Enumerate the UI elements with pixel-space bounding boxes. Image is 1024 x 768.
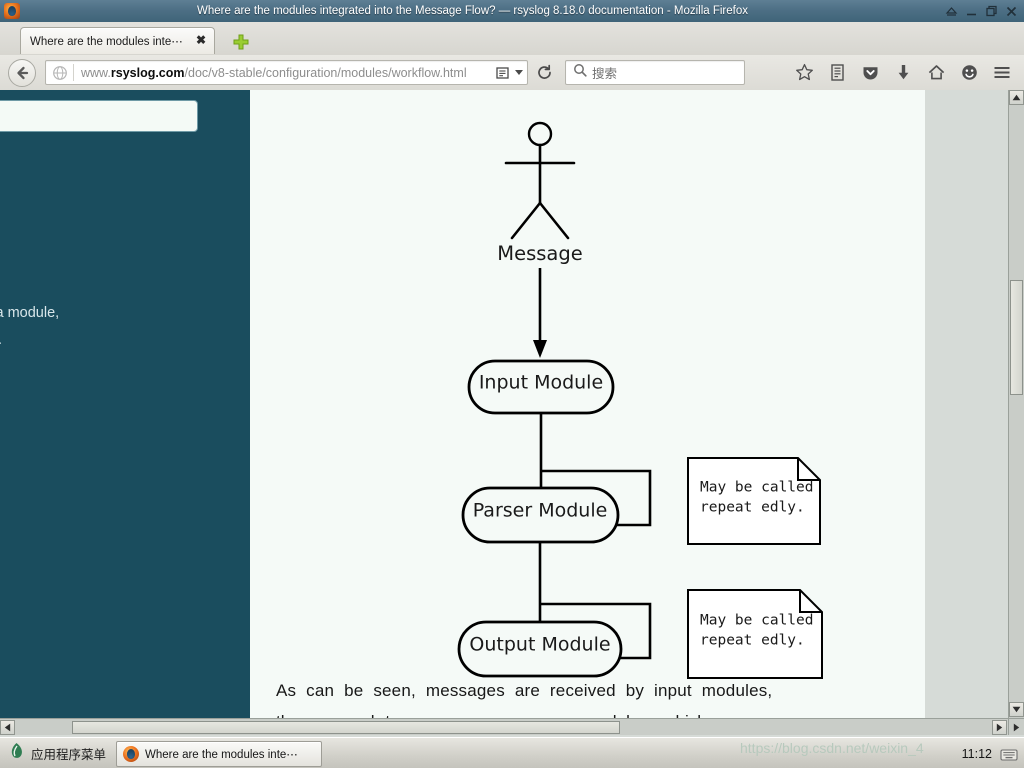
scroll-left-button[interactable] <box>0 720 15 735</box>
sidebar-search-input[interactable] <box>0 100 198 132</box>
page-content: Message Input Module Parser Module May b… <box>250 90 925 718</box>
window-controls <box>945 5 1024 18</box>
reader-mode-icon[interactable] <box>496 66 523 80</box>
navigation-toolbar: www.rsyslog.com/doc/v8-stable/configurat… <box>0 55 1024 91</box>
note-parser-line-1: May be called <box>700 480 814 496</box>
page-viewport: earch terms or a module, r function name… <box>0 90 1008 718</box>
close-icon[interactable] <box>1005 5 1018 18</box>
sidebar-hint-text: earch terms or a module, r function name… <box>0 300 238 354</box>
taskbar-window-label: Where are the modules inte⋯ <box>145 748 298 761</box>
node-output-label: Output Module <box>469 634 610 656</box>
body-line-1: As can be seen, messages are received by… <box>276 681 773 700</box>
actor-stick-figure <box>504 121 576 240</box>
sidebar-hint-line-1: earch terms or a module, <box>0 305 60 321</box>
new-tab-button[interactable] <box>232 33 250 51</box>
arrow-actor-to-input <box>533 268 547 358</box>
maximize-icon[interactable] <box>985 5 998 18</box>
browser-tab[interactable]: Where are the modules inte⋯ ✖ <box>20 27 215 54</box>
globe-icon <box>52 65 68 81</box>
tab-title: Where are the modules inte⋯ <box>30 36 183 48</box>
horizontal-scrollbar[interactable] <box>0 718 1008 735</box>
scrollbar-corner <box>1008 718 1024 735</box>
taskbar-window-button[interactable]: Where are the modules inte⋯ <box>116 740 323 767</box>
url-prefix: www. <box>81 65 111 80</box>
node-input-label: Input Module <box>479 372 603 394</box>
window-title: Where are the modules integrated into th… <box>197 5 748 17</box>
pocket-icon[interactable] <box>859 62 881 84</box>
bookmark-star-icon[interactable] <box>793 62 815 84</box>
minimize-icon[interactable] <box>965 5 978 18</box>
sidebar-hint-line-2: r function name. <box>0 327 238 354</box>
leaf-icon <box>9 742 24 765</box>
app-menu-label: 应用程序菜单 <box>31 748 107 762</box>
keyboard-icon[interactable] <box>1000 746 1018 762</box>
note-output-repeatedly: May be called repeat edly. <box>687 589 823 679</box>
firefox-icon <box>123 745 140 762</box>
node-input-module: Input Module <box>467 359 615 415</box>
tab-close-icon[interactable]: ✖ <box>192 34 208 48</box>
tab-bar: Where are the modules inte⋯ ✖ <box>0 22 1024 56</box>
chevron-down-icon <box>515 70 523 75</box>
site-sidebar: earch terms or a module, r function name… <box>0 90 250 718</box>
url-path: /doc/v8-stable/configuration/modules/wor… <box>184 65 467 80</box>
node-output-module: Output Module <box>457 620 623 678</box>
vertical-scroll-thumb[interactable] <box>1010 280 1023 395</box>
note-parser-repeatedly: May be called repeat edly. <box>687 457 821 545</box>
node-parser-label: Parser Module <box>473 500 608 522</box>
reload-icon[interactable] <box>532 61 556 85</box>
node-parser-module: Parser Module <box>461 486 620 544</box>
message-flow-diagram: Message Input Module Parser Module May b… <box>457 121 823 679</box>
page-background-right <box>925 90 1008 718</box>
library-icon[interactable] <box>826 62 848 84</box>
body-paragraph: As can be seen, messages are received by… <box>276 675 936 718</box>
url-host: rsyslog.com <box>110 65 185 80</box>
note-parser-line-2: repeat edly. <box>700 500 805 516</box>
desktop-taskbar: 应用程序菜单 Where are the modules inte⋯ 11:12 <box>0 737 1024 768</box>
app-menu-button[interactable]: 应用程序菜单 <box>9 742 106 765</box>
feedback-smiley-icon[interactable] <box>958 62 980 84</box>
scroll-right-button[interactable] <box>992 720 1007 735</box>
search-input[interactable]: 搜索 <box>592 63 617 82</box>
system-tray: 11:12 <box>962 746 1024 762</box>
taskbar-clock: 11:12 <box>961 746 992 761</box>
shade-icon[interactable] <box>945 5 958 18</box>
note-output-line-2: repeat edly. <box>700 633 805 649</box>
scroll-down-button[interactable] <box>1009 702 1024 717</box>
url-bar[interactable]: www.rsyslog.com/doc/v8-stable/configurat… <box>45 60 528 85</box>
menu-hamburger-icon[interactable] <box>991 62 1013 84</box>
downloads-icon[interactable] <box>892 62 914 84</box>
vertical-scrollbar[interactable] <box>1008 90 1024 718</box>
toolbar-icons <box>745 62 1024 84</box>
horizontal-scroll-thumb[interactable] <box>72 721 620 734</box>
url-text: www.rsyslog.com/doc/v8-stable/configurat… <box>74 66 496 80</box>
back-arrow-icon[interactable] <box>8 58 36 87</box>
firefox-icon <box>4 3 20 19</box>
screen: Where are the modules integrated into th… <box>0 0 1024 768</box>
body-line-2: then passed to one or more parser module… <box>276 706 936 718</box>
actor-label: Message <box>497 242 582 265</box>
window-titlebar: Where are the modules integrated into th… <box>0 0 1024 23</box>
search-bar[interactable]: 搜索 <box>565 60 745 85</box>
search-icon <box>573 63 587 82</box>
home-icon[interactable] <box>925 62 947 84</box>
note-output-line-1: May be called <box>700 613 814 629</box>
scroll-up-button[interactable] <box>1009 90 1024 105</box>
